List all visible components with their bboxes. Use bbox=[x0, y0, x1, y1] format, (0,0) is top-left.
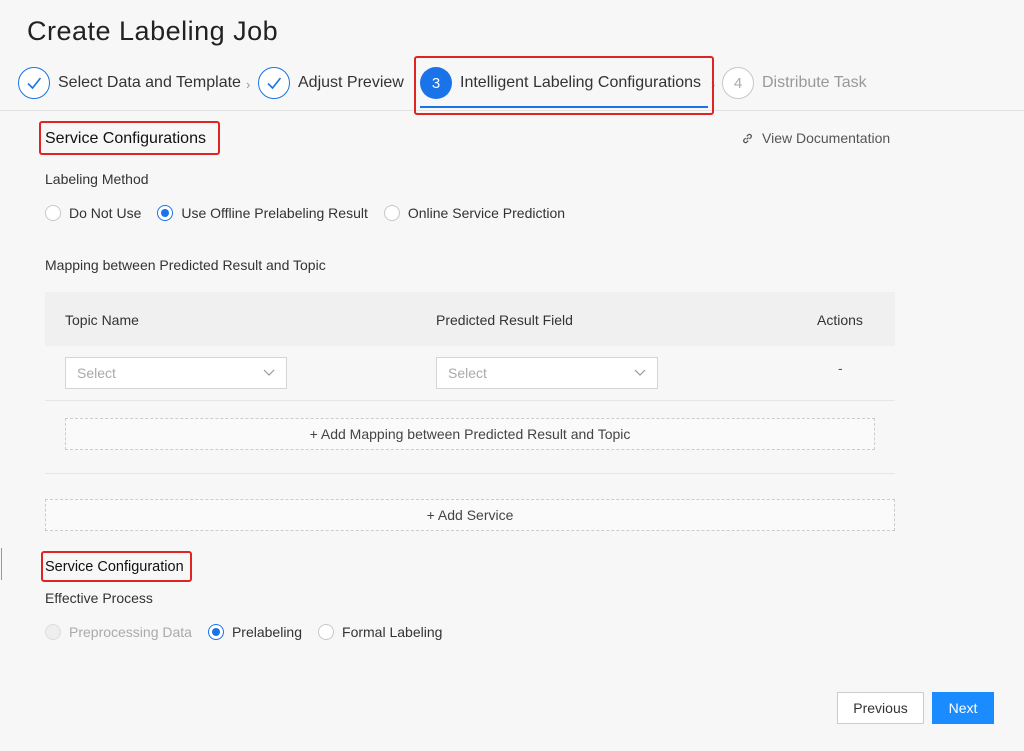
step-label: Select Data and Template bbox=[58, 74, 241, 91]
radio-circle bbox=[318, 624, 335, 640]
effective-process-radio-group: Preprocessing Data Prelabeling Formal La… bbox=[45, 624, 458, 640]
row-actions: - bbox=[838, 360, 843, 376]
row-divider bbox=[45, 400, 895, 401]
radio-prelabeling[interactable]: Prelabeling bbox=[207, 624, 303, 640]
radio-do-not-use[interactable]: Do Not Use bbox=[45, 205, 141, 221]
mapping-label: Mapping between Predicted Result and Top… bbox=[45, 257, 326, 273]
check-icon bbox=[18, 67, 50, 99]
link-icon bbox=[743, 133, 752, 143]
mapping-table-header: Topic Name Predicted Result Field Action… bbox=[45, 292, 895, 346]
radio-label: Do Not Use bbox=[69, 205, 142, 221]
effective-process-label: Effective Process bbox=[45, 590, 153, 606]
highlight-box bbox=[414, 56, 714, 115]
next-button[interactable]: Next bbox=[932, 692, 994, 724]
radio-label: Use Offline Prelabeling Result bbox=[181, 205, 368, 221]
radio-label: Online Service Prediction bbox=[407, 205, 566, 221]
radio-formal-labeling[interactable]: Formal Labeling bbox=[318, 624, 442, 640]
page-title: Create Labeling Job bbox=[27, 16, 279, 46]
chevron-right-icon: › bbox=[246, 77, 251, 92]
radio-circle bbox=[45, 624, 61, 640]
radio-circle bbox=[157, 205, 174, 221]
add-service-button[interactable]: + Add Service bbox=[45, 499, 895, 531]
radio-offline-prelabeling[interactable]: Use Offline Prelabeling Result bbox=[157, 205, 368, 221]
select-placeholder: Select bbox=[77, 365, 116, 381]
radio-label: Preprocessing Data bbox=[69, 624, 192, 640]
labeling-method-label: Labeling Method bbox=[45, 171, 149, 187]
select-placeholder: Select bbox=[448, 365, 487, 381]
step-select-data[interactable]: Select Data and Template bbox=[18, 66, 241, 100]
step-label: Adjust Preview bbox=[298, 74, 404, 91]
radio-circle bbox=[383, 205, 400, 221]
predicted-field-select[interactable]: Select bbox=[436, 357, 658, 389]
labeling-method-radio-group: Do Not Use Use Offline Prelabeling Resul… bbox=[45, 205, 581, 221]
chevron-down-icon bbox=[263, 369, 275, 376]
radio-circle bbox=[45, 205, 61, 221]
add-mapping-button[interactable]: + Add Mapping between Predicted Result a… bbox=[65, 418, 875, 450]
column-header: Actions bbox=[817, 312, 863, 328]
view-documentation-link[interactable]: View Documentation bbox=[741, 130, 890, 146]
radio-circle bbox=[207, 624, 224, 640]
column-header: Topic Name bbox=[65, 312, 139, 328]
step-label: Distribute Task bbox=[762, 74, 867, 91]
topic-name-select[interactable]: Select bbox=[65, 357, 287, 389]
chevron-down-icon bbox=[634, 369, 646, 376]
radio-label: Prelabeling bbox=[231, 624, 303, 640]
column-header: Predicted Result Field bbox=[436, 312, 573, 328]
previous-button[interactable]: Previous bbox=[837, 692, 924, 724]
left-edge-marker bbox=[0, 548, 2, 580]
highlight-box bbox=[39, 121, 220, 155]
doc-link-label: View Documentation bbox=[762, 130, 891, 146]
radio-label: Formal Labeling bbox=[342, 624, 443, 640]
step-adjust-preview[interactable]: Adjust Preview bbox=[258, 66, 404, 100]
radio-online-prediction[interactable]: Online Service Prediction bbox=[383, 205, 566, 221]
check-icon bbox=[258, 67, 290, 99]
step-distribute-task[interactable]: 4 Distribute Task bbox=[722, 66, 867, 100]
highlight-box bbox=[41, 551, 192, 582]
mapping-table-body: Select Select - + Add Mapping between Pr… bbox=[45, 346, 895, 474]
radio-preprocessing-data: Preprocessing Data bbox=[45, 624, 192, 640]
step-number: 4 bbox=[722, 67, 754, 99]
